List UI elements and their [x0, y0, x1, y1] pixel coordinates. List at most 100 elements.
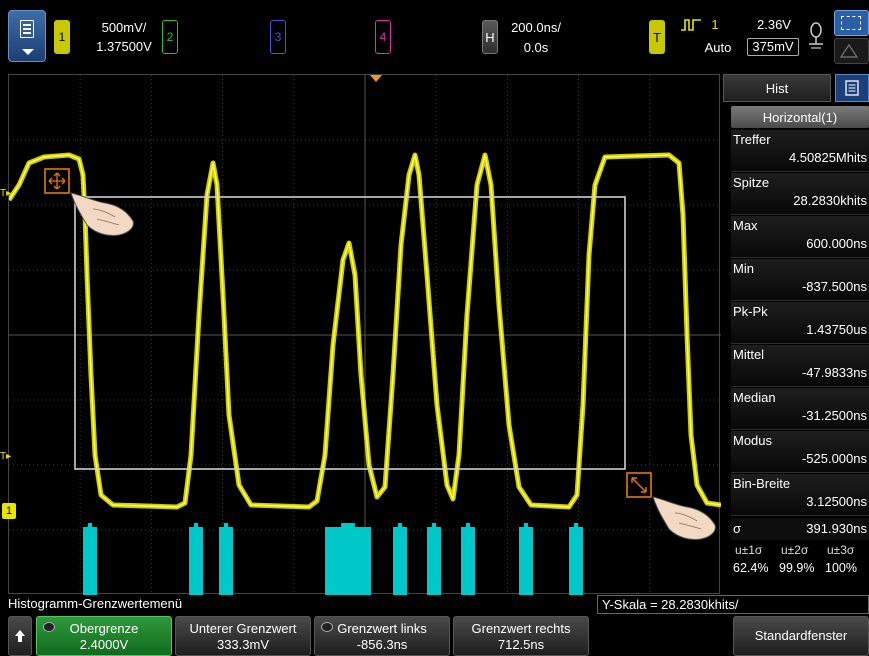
stat-value: -47.9833ns	[801, 365, 867, 380]
channel-3-number: 3	[274, 30, 282, 44]
stat-mittel: Mittel -47.9833ns	[731, 345, 869, 387]
stat-value: 28.2830khits	[793, 193, 867, 208]
trigger-upper-marker: T▸	[0, 188, 12, 199]
y-scale-readout: Y-Skala = 28.2830khits/	[597, 595, 869, 614]
trigger-button[interactable]: T	[649, 20, 665, 54]
softkey-default-window[interactable]: Standardfenster	[733, 616, 869, 656]
main-menu-button[interactable]	[8, 10, 46, 62]
stat-bin-breite: Bin-Breite 3.12500ns	[731, 474, 869, 516]
histogram-bar-peak	[465, 523, 471, 529]
sigma-label: σ	[733, 521, 742, 536]
sigma-percent: 100%	[825, 561, 857, 575]
softkey-upper-limit-label: Obergrenze	[69, 621, 139, 636]
softkey-upper-limit-value: 2.4000V	[79, 637, 129, 652]
stat-spitze: Spitze 28.2830khits	[731, 173, 869, 215]
zoom-select-icon[interactable]	[834, 10, 869, 36]
stat-median: Median -31.2500ns	[731, 388, 869, 430]
horizontal-scale: 200.0ns/	[511, 20, 561, 35]
trigger-level-box[interactable]: 375mV	[747, 38, 799, 56]
tab-histogram-label: Hist	[765, 80, 789, 96]
channel-3-button[interactable]: 3	[270, 20, 286, 54]
stat-label: Treffer	[733, 132, 771, 147]
move-handle-icon	[44, 168, 70, 194]
stat-value: 4.50825Mhits	[788, 150, 867, 165]
stat-value: 600.000ns	[806, 236, 867, 251]
stat-treffer: Treffer 4.50825Mhits	[731, 130, 869, 172]
stat-value: -31.2500ns	[801, 408, 867, 423]
histogram-bar-peak	[523, 523, 529, 529]
stat-max: Max 600.000ns	[731, 216, 869, 258]
channel-1-scale: 500mV/	[101, 20, 147, 35]
knob-icon	[321, 622, 333, 632]
channel-1-ground-marker[interactable]: 1	[2, 503, 16, 519]
stat-label: Mittel	[733, 347, 765, 362]
histogram-bar-peak	[87, 523, 93, 529]
histogram-bar	[519, 527, 533, 595]
sigma-header: u±1σ	[735, 543, 763, 557]
stat-label: Min	[733, 261, 754, 276]
tab-info[interactable]	[835, 74, 869, 102]
histogram-bar-peak	[193, 523, 199, 529]
histogram-source-label[interactable]: Horizontal(1)	[731, 106, 869, 128]
softkey-right-limit-value: 712.5ns	[497, 637, 545, 652]
softkey-right-limit[interactable]: Grenzwert rechts 712.5ns	[453, 616, 589, 656]
channel-1-number: 1	[58, 30, 66, 44]
softkey-lower-limit-value: 333.3mV	[216, 637, 270, 652]
probe-icon	[809, 22, 823, 49]
horizontal-label: H	[485, 29, 495, 45]
softkey-left-limit[interactable]: Grenzwert links -856.3ns	[314, 616, 450, 656]
top-status-bar	[0, 0, 869, 72]
stat-label: Bin-Breite	[733, 476, 791, 491]
histogram-bar	[83, 527, 97, 595]
histogram-bar-peak	[397, 523, 403, 529]
horizontal-button[interactable]: H	[482, 20, 498, 54]
stat-label: Max	[733, 218, 758, 233]
softkey-left-limit-value: -856.3ns	[356, 637, 408, 652]
trigger-position-marker	[370, 75, 382, 82]
histogram-bar	[393, 527, 407, 595]
stat-value: -525.000ns	[801, 451, 867, 466]
horizontal-delay: 0.0s	[523, 40, 549, 55]
channel-2-button[interactable]: 2	[162, 20, 178, 54]
sigma-percent: 99.9%	[779, 561, 815, 575]
waveform-area	[9, 75, 721, 595]
trigger-level: 2.36V	[757, 17, 791, 32]
histogram-bar	[189, 527, 203, 595]
histogram-bar	[461, 527, 475, 595]
softkey-upper-limit[interactable]: Obergrenze 2.4000V	[36, 616, 172, 656]
channel-4-button[interactable]: 4	[375, 20, 391, 54]
sigma-value: 391.930ns	[806, 521, 867, 536]
trigger-label: T	[653, 29, 661, 45]
arrow-up-icon	[15, 630, 25, 642]
stat-value: 3.12500ns	[806, 494, 867, 509]
tab-histogram[interactable]: Hist	[723, 74, 831, 102]
graticule-grid	[9, 75, 721, 595]
histogram-bar-peak	[223, 523, 229, 529]
trigger-lower-marker: T▸	[0, 451, 12, 462]
channel-1-button[interactable]: 1	[54, 20, 70, 54]
rising-edge-icon	[681, 19, 701, 31]
menu-icon	[20, 20, 34, 38]
menu-title: Histogramm-Grenzwertemenü	[8, 596, 183, 611]
trigger-lower-marker-label: T	[0, 451, 7, 462]
list-icon	[845, 80, 859, 96]
histogram-bar	[325, 527, 371, 595]
trigger-mode: Auto	[704, 40, 732, 55]
channel-2-number: 2	[166, 30, 174, 44]
softkey-default-window-label: Standardfenster	[754, 628, 848, 643]
histogram-bar-peak	[573, 523, 579, 529]
stat-pk-pk: Pk-Pk 1.43750us	[731, 302, 869, 344]
measure-icon[interactable]	[834, 38, 869, 64]
measurement-panel: Hist Horizontal(1) Treffer 4.50825Mhits Sp…	[723, 74, 869, 594]
waveform-display[interactable]	[8, 74, 721, 595]
touch-hand-icon	[70, 192, 134, 236]
softkey-lower-limit-label: Unterer Grenzwert	[189, 621, 297, 636]
back-button[interactable]	[8, 616, 32, 656]
softkey-lower-limit[interactable]: Unterer Grenzwert 333.3mV	[175, 616, 311, 656]
stat-label: Median	[733, 390, 776, 405]
stat-label: Spitze	[733, 175, 770, 190]
trigger-upper-marker-label: T	[0, 188, 7, 199]
histogram-limit-window	[74, 196, 626, 470]
softkey-left-limit-label: Grenzwert links	[337, 621, 427, 636]
histogram-bars	[83, 523, 583, 595]
